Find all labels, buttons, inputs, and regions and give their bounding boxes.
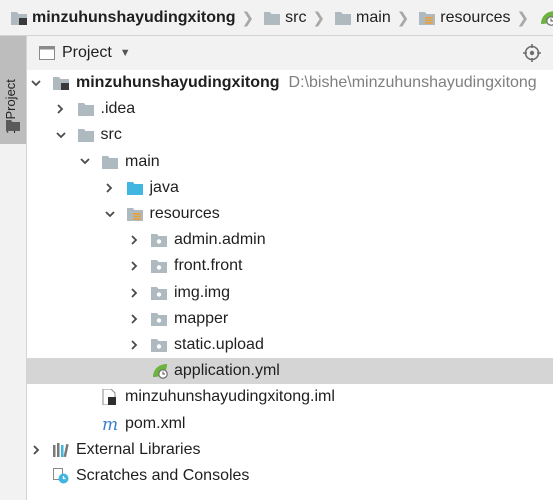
tree-node[interactable]: application.yml: [27, 358, 553, 385]
package-folder-icon: [151, 258, 169, 274]
folder-icon: [264, 11, 281, 25]
chevron-right-icon: ❯: [312, 9, 326, 27]
project-panel-header: Project ▼: [27, 36, 553, 70]
tree-node-label: mapper: [174, 309, 229, 327]
spring-config-icon: [151, 363, 169, 379]
tree-node-label: pom.xml: [125, 414, 186, 432]
source-folder-icon: [126, 180, 145, 196]
maven-pom-icon: m: [102, 416, 120, 432]
tree-node[interactable]: m pom.xml: [27, 411, 553, 437]
tree-node-label: static.upload: [174, 336, 264, 353]
view-selector[interactable]: Project ▼: [62, 44, 131, 62]
tree-node[interactable]: .idea: [27, 96, 553, 122]
chevron-down-icon: ▼: [119, 47, 131, 59]
chevron-down-icon[interactable]: [55, 128, 66, 142]
chevron-right-icon: ❯: [516, 9, 530, 27]
project-path-hint: D:\bishe\minzuhunshayudingxitong: [288, 74, 537, 91]
breadcrumb-item[interactable]: minzuhunshayudingxitong ❯: [0, 0, 255, 35]
breadcrumb-item[interactable]: main ❯: [325, 0, 410, 35]
resources-folder-icon: [419, 11, 436, 25]
package-folder-icon: [151, 311, 169, 327]
chevron-down-icon[interactable]: [31, 76, 41, 90]
chevron-right-icon[interactable]: [105, 181, 115, 195]
svg-text:m: m: [102, 416, 118, 432]
package-folder-icon: [151, 285, 169, 301]
chevron-right-icon: ❯: [241, 9, 255, 27]
tree-node[interactable]: java: [27, 175, 553, 201]
project-tool-window-tab[interactable]: 1: Project: [0, 36, 26, 144]
chevron-down-icon[interactable]: [80, 155, 90, 169]
chevron-right-icon: ❯: [396, 9, 410, 27]
tree-node-label: External Libraries: [76, 440, 201, 458]
tree-node[interactable]: minzuhunshayudingxitong D:\bishe\minzuhun…: [27, 70, 553, 96]
panel-title: Project: [62, 44, 112, 61]
tree-node[interactable]: img.img: [27, 280, 553, 306]
breadcrumb-item[interactable]: src ❯: [254, 0, 326, 35]
breadcrumb-label: minzuhunshayudingxitong: [32, 8, 236, 26]
left-tool-stripe: 1: Project: [0, 36, 27, 500]
tree-node[interactable]: mapper: [27, 306, 553, 332]
chevron-down-icon[interactable]: [104, 207, 115, 221]
chevron-right-icon[interactable]: [129, 338, 139, 352]
libraries-icon: [53, 442, 71, 458]
tree-node-label: application.yml: [174, 362, 280, 380]
navigation-bar: minzuhunshayudingxitong ❯ src ❯ main ❯ resourc…: [0, 0, 553, 36]
chevron-right-icon[interactable]: [31, 443, 41, 457]
tree-node[interactable]: src: [27, 122, 553, 148]
breadcrumb-label: src: [285, 8, 307, 26]
tree-node[interactable]: External Libraries: [27, 437, 553, 463]
project-module-icon: [11, 11, 27, 25]
tree-node-label: Scratches and Consoles: [76, 467, 250, 484]
locate-file-icon[interactable]: [523, 44, 541, 67]
tree-node-label: main: [125, 152, 160, 170]
chevron-right-icon[interactable]: [129, 233, 139, 247]
tree-node-label: java: [149, 178, 179, 196]
folder-icon: [335, 11, 352, 25]
project-tree: minzuhunshayudingxitong D:\bishe\minzuhun…: [27, 70, 553, 500]
tree-node-label: src: [100, 126, 122, 144]
tree-node[interactable]: Scratches and Consoles: [27, 463, 553, 489]
breadcrumb-item[interactable]: app: [529, 0, 553, 35]
tree-node-label: resources: [149, 205, 220, 222]
tree-node-label: minzuhunshayudingxitong.iml: [125, 388, 335, 406]
breadcrumb-label: resources: [440, 8, 511, 26]
tree-node-label: .idea: [100, 100, 136, 118]
folder-icon: [6, 118, 20, 136]
tree-node[interactable]: admin.admin: [27, 227, 553, 253]
chevron-right-icon[interactable]: [129, 312, 139, 326]
tree-node-label: img.img: [174, 283, 231, 301]
tree-node[interactable]: minzuhunshayudingxitong.iml: [27, 384, 553, 410]
chevron-right-icon[interactable]: [129, 286, 139, 300]
chevron-right-icon[interactable]: [129, 259, 139, 273]
package-folder-icon: [151, 337, 169, 353]
tree-node-label: minzuhunshayudingxitong: [76, 74, 280, 91]
folder-icon: [77, 127, 96, 143]
project-module-icon: [53, 75, 71, 91]
tree-node[interactable]: resources: [27, 201, 553, 227]
spring-config-icon: [539, 10, 553, 26]
tree-node[interactable]: front.front: [27, 253, 553, 279]
chevron-right-icon[interactable]: [56, 102, 66, 116]
tree-node-label: front.front: [174, 257, 243, 275]
tree-node-label: admin.admin: [174, 231, 266, 249]
breadcrumb-label: main: [356, 8, 391, 26]
package-folder-icon: [151, 232, 169, 248]
tree-node[interactable]: main: [27, 149, 553, 175]
tree-node[interactable]: static.upload: [27, 332, 553, 358]
resources-folder-icon: [126, 206, 145, 222]
folder-icon: [77, 101, 96, 117]
breadcrumb-item[interactable]: resources ❯: [409, 0, 530, 35]
scratches-icon: [53, 468, 71, 484]
iml-file-icon: [102, 389, 120, 406]
project-view-icon: [39, 46, 55, 60]
folder-icon: [102, 154, 120, 170]
